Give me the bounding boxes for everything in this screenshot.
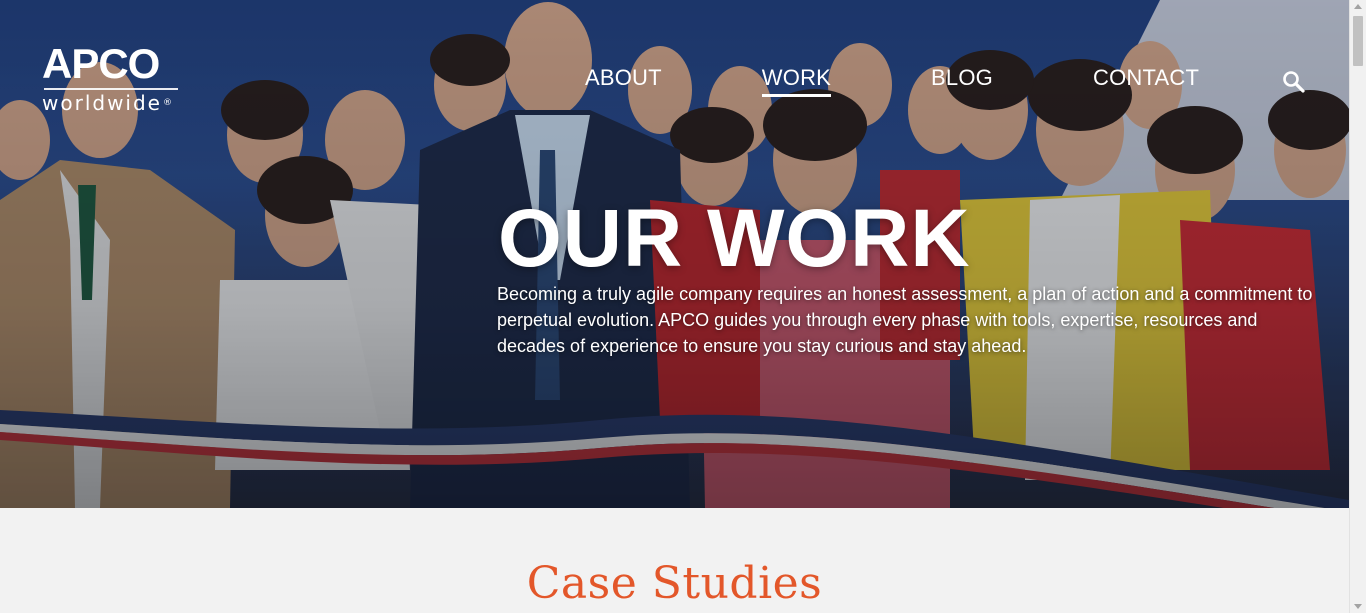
logo-wordmark: APCO bbox=[42, 40, 160, 87]
scroll-thumb[interactable] bbox=[1353, 16, 1363, 66]
nav-item-contact[interactable]: CONTACT bbox=[1093, 64, 1199, 97]
hero-description: Becoming a truly agile company requires … bbox=[497, 284, 1313, 356]
page-scrollbar[interactable] bbox=[1349, 0, 1366, 613]
logo-registered-mark: ® bbox=[162, 98, 174, 108]
hero-banner: APCO worldwide® ABOUT WORK BLOG CONTACT … bbox=[0, 0, 1349, 508]
main-nav: ABOUT WORK BLOG CONTACT bbox=[585, 64, 1199, 97]
page: APCO worldwide® ABOUT WORK BLOG CONTACT … bbox=[0, 0, 1366, 613]
scroll-down-icon[interactable] bbox=[1354, 604, 1362, 609]
case-studies-heading: Case Studies bbox=[526, 558, 823, 609]
scroll-up-icon[interactable] bbox=[1354, 4, 1362, 9]
apco-logo[interactable]: APCO worldwide® bbox=[42, 42, 178, 115]
nav-item-work[interactable]: WORK bbox=[761, 64, 832, 97]
hero-title: OUR WORK bbox=[498, 193, 971, 284]
logo-tagline: worldwide® bbox=[42, 92, 174, 114]
logo-divider bbox=[44, 88, 178, 90]
nav-item-blog[interactable]: BLOG bbox=[931, 64, 993, 97]
nav-item-about[interactable]: ABOUT bbox=[585, 64, 662, 97]
logo-tagline-text: worldwide bbox=[42, 91, 162, 115]
search-icon bbox=[1283, 71, 1305, 93]
search-button[interactable] bbox=[1282, 70, 1306, 94]
